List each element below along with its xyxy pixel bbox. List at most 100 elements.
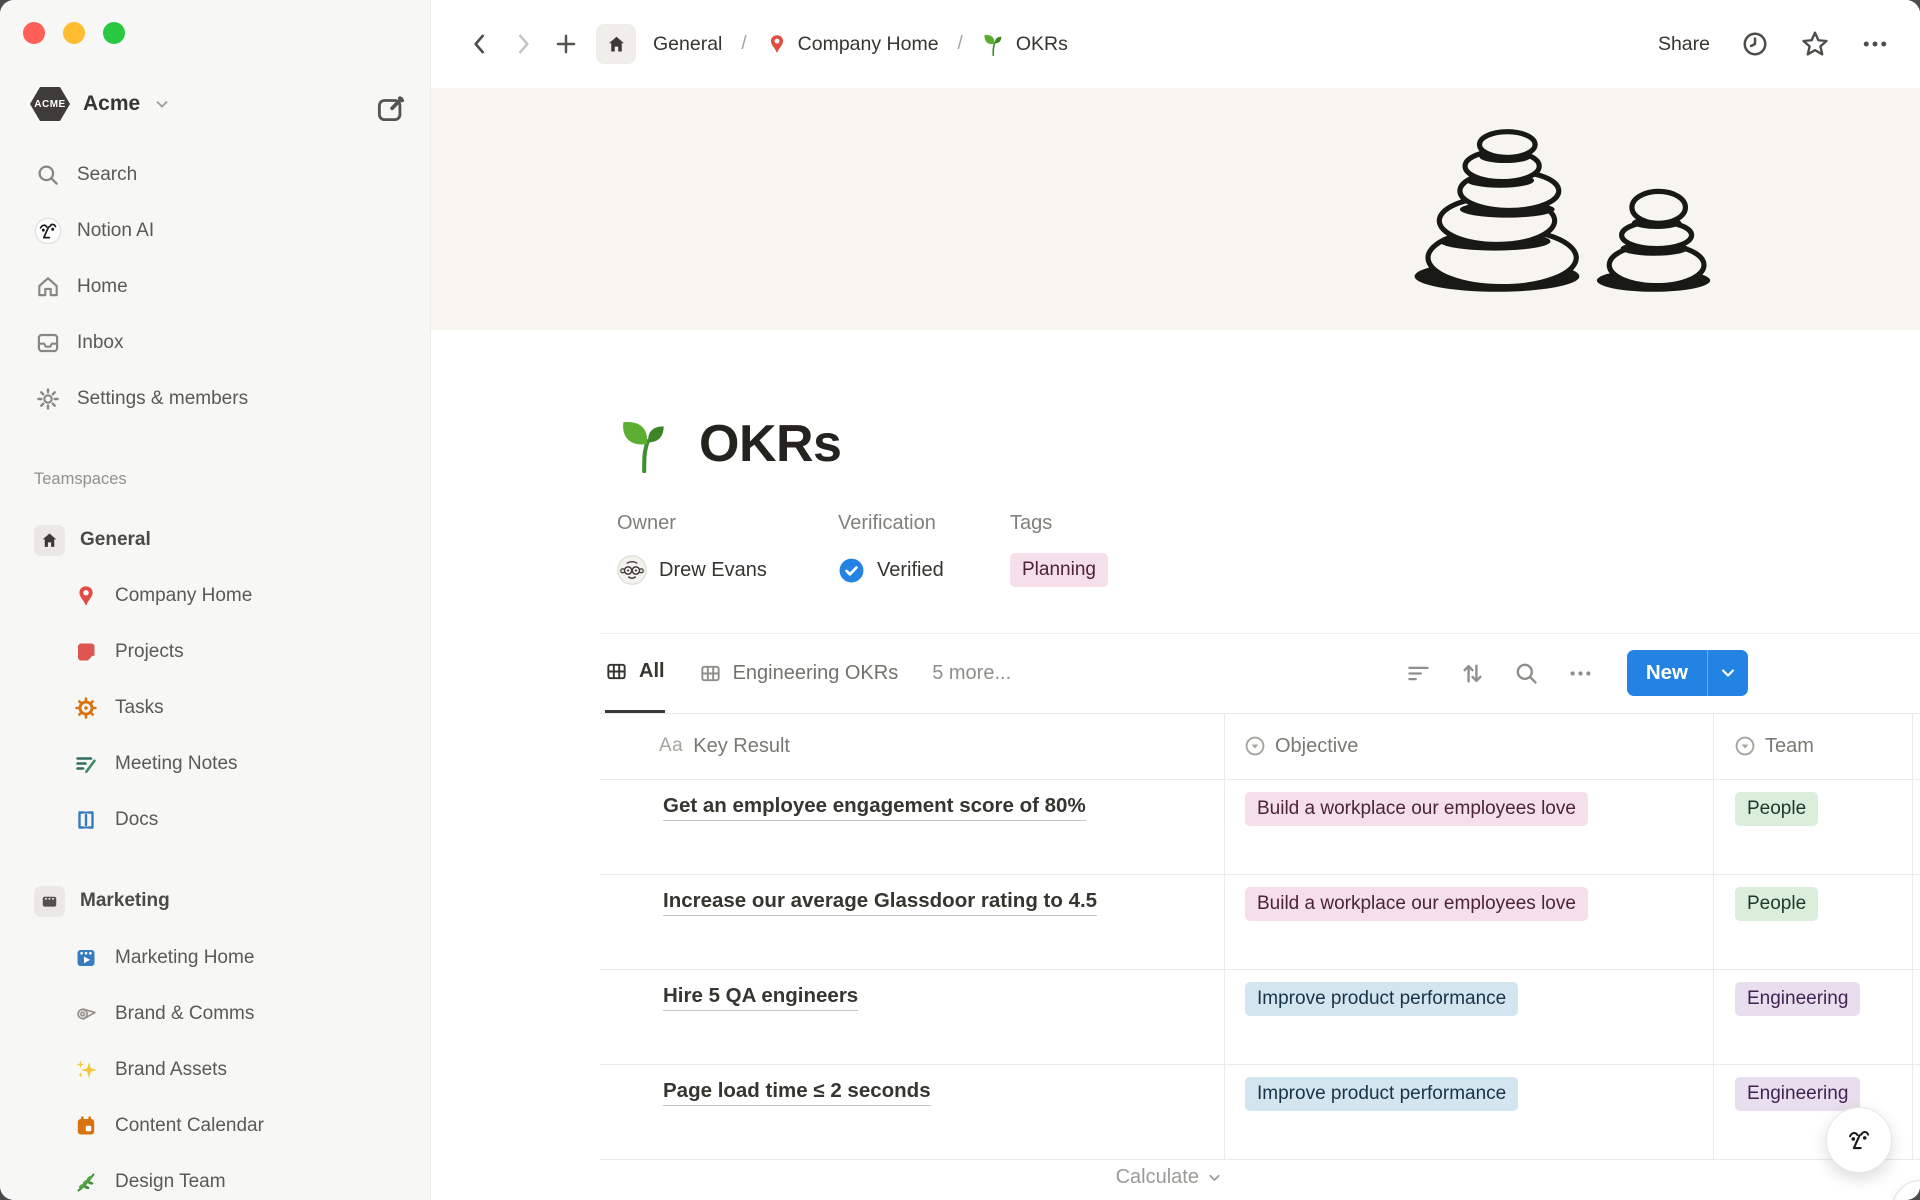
- page-header: OKRs: [617, 414, 841, 474]
- property-label-tags[interactable]: Tags: [1010, 512, 1052, 535]
- breadcrumb-separator: /: [958, 33, 963, 55]
- sidebar-item-brand-assets[interactable]: Brand Assets: [0, 1048, 424, 1092]
- close-window-button[interactable]: [23, 22, 45, 44]
- breadcrumb-separator: /: [741, 33, 746, 55]
- property-value-tags[interactable]: Planning: [1010, 550, 1108, 590]
- team-pill[interactable]: Engineering: [1735, 982, 1860, 1016]
- objective-pill[interactable]: Build a workplace our employees love: [1245, 792, 1588, 826]
- calculate-button[interactable]: Calculate: [1031, 1166, 1223, 1189]
- page-title[interactable]: OKRs: [699, 414, 841, 474]
- row-title-link[interactable]: Increase our average Glassdoor rating to…: [663, 889, 1097, 916]
- notion-ai-fab[interactable]: [1826, 1107, 1892, 1173]
- back-button[interactable]: [467, 31, 493, 57]
- breadcrumb-general[interactable]: General: [653, 33, 722, 56]
- sidebar-item-label: Inbox: [77, 332, 123, 354]
- updates-button[interactable]: [1740, 29, 1770, 59]
- new-button-label: New: [1627, 650, 1707, 696]
- main-content: General / Company Home / OKRs Share: [431, 0, 1920, 1200]
- column-header-key-result[interactable]: Aa Key Result: [659, 713, 790, 779]
- table-border: [600, 1064, 1920, 1065]
- sidebar-item-label: Tasks: [115, 697, 164, 719]
- filter-button[interactable]: [1405, 660, 1432, 687]
- view-tabs: All Engineering OKRs 5 more...: [605, 633, 1011, 713]
- tag-pill-planning[interactable]: Planning: [1010, 553, 1108, 587]
- teamspace-label: General: [80, 529, 151, 551]
- sidebar-item-meeting-notes[interactable]: Meeting Notes: [0, 742, 424, 786]
- location-pin-icon: [72, 582, 100, 610]
- sort-button[interactable]: [1459, 660, 1486, 687]
- sidebar-item-settings[interactable]: Settings & members: [0, 377, 424, 421]
- column-header-objective[interactable]: Objective: [1245, 713, 1358, 779]
- breadcrumb-okrs[interactable]: OKRs: [982, 32, 1068, 56]
- table-column-border: [1713, 713, 1714, 1159]
- sidebar-item-home[interactable]: Home: [0, 265, 424, 309]
- team-pill[interactable]: Engineering: [1735, 1077, 1860, 1111]
- select-type-icon: [1245, 736, 1265, 756]
- sidebar-item-label: Brand Assets: [115, 1059, 227, 1081]
- sidebar-item-company-home[interactable]: Company Home: [0, 574, 424, 618]
- team-pill[interactable]: People: [1735, 792, 1818, 826]
- property-label-owner[interactable]: Owner: [617, 512, 676, 535]
- new-record-button[interactable]: New: [1627, 650, 1748, 696]
- compose-icon: [373, 92, 407, 126]
- view-controls: New: [1405, 633, 1748, 713]
- sidebar-teamspace-marketing[interactable]: Marketing: [0, 879, 424, 923]
- objective-pill[interactable]: Improve product performance: [1245, 1077, 1518, 1111]
- sparkles-icon: [72, 1056, 100, 1084]
- workspace-switcher[interactable]: ACME Acme: [30, 84, 171, 124]
- sidebar-item-design-team[interactable]: Design Team: [0, 1160, 424, 1200]
- minimize-window-button[interactable]: [63, 22, 85, 44]
- favorite-button[interactable]: [1800, 29, 1830, 59]
- view-tab-all[interactable]: All: [605, 633, 665, 713]
- property-label-verification[interactable]: Verification: [838, 512, 936, 535]
- sprout-icon: [982, 32, 1006, 56]
- sidebar-item-projects[interactable]: Projects: [0, 630, 424, 674]
- add-tab-button[interactable]: [553, 31, 579, 57]
- view-options-button[interactable]: [1567, 660, 1594, 687]
- ship-wheel-icon: [72, 694, 100, 722]
- row-title-link[interactable]: Hire 5 QA engineers: [663, 984, 858, 1011]
- more-views-button[interactable]: 5 more...: [932, 633, 1011, 713]
- verification-status: Verified: [877, 559, 944, 582]
- select-type-icon: [1735, 736, 1755, 756]
- objective-pill[interactable]: Improve product performance: [1245, 982, 1518, 1016]
- chevron-down-icon: [1206, 1169, 1223, 1186]
- notion-ai-icon: [34, 217, 62, 245]
- teamspace-label: Marketing: [80, 890, 170, 912]
- sidebar-item-content-calendar[interactable]: Content Calendar: [0, 1104, 424, 1148]
- new-button-dropdown[interactable]: [1708, 650, 1748, 696]
- sprout-icon[interactable]: [617, 415, 675, 473]
- sidebar-item-tasks[interactable]: Tasks: [0, 686, 424, 730]
- column-header-team[interactable]: Team: [1735, 713, 1814, 779]
- topbar: General / Company Home / OKRs Share: [431, 0, 1920, 88]
- row-title-link[interactable]: Page load time ≤ 2 seconds: [663, 1079, 931, 1106]
- calculate-label: Calculate: [1116, 1166, 1199, 1189]
- breadcrumb-company-home[interactable]: Company Home: [766, 33, 939, 56]
- table-view-icon: [605, 660, 628, 683]
- property-value-verification[interactable]: Verified: [838, 550, 944, 590]
- column-header-label: Team: [1765, 735, 1814, 758]
- notion-window: ACME Acme Search Notion AI Home Inbox Se…: [0, 0, 1920, 1200]
- sidebar-item-label: Search: [77, 164, 137, 186]
- zoom-window-button[interactable]: [103, 22, 125, 44]
- new-page-button[interactable]: [371, 90, 409, 128]
- row-title-link[interactable]: Get an employee engagement score of 80%: [663, 794, 1086, 821]
- sidebar-teamspace-general[interactable]: General: [0, 518, 424, 562]
- sidebar-item-brand-comms[interactable]: Brand & Comms: [0, 992, 424, 1036]
- shell-icon: [72, 1000, 100, 1028]
- sidebar-item-search[interactable]: Search: [0, 153, 424, 197]
- more-options-button[interactable]: [1860, 29, 1890, 59]
- sidebar-item-inbox[interactable]: Inbox: [0, 321, 424, 365]
- sidebar-item-notion-ai[interactable]: Notion AI: [0, 209, 424, 253]
- sidebar-item-marketing-home[interactable]: Marketing Home: [0, 936, 424, 980]
- team-pill[interactable]: People: [1735, 887, 1818, 921]
- sidebar-item-docs[interactable]: Docs: [0, 798, 424, 842]
- property-value-owner[interactable]: Drew Evans: [617, 550, 767, 590]
- objective-pill[interactable]: Build a workplace our employees love: [1245, 887, 1588, 921]
- search-button[interactable]: [1513, 660, 1540, 687]
- view-tab-engineering-okrs[interactable]: Engineering OKRs: [699, 633, 899, 713]
- page-cover[interactable]: [431, 88, 1920, 330]
- forward-button[interactable]: [510, 31, 536, 57]
- breadcrumb-teamspace-chip[interactable]: [596, 24, 636, 64]
- share-button[interactable]: Share: [1658, 33, 1710, 56]
